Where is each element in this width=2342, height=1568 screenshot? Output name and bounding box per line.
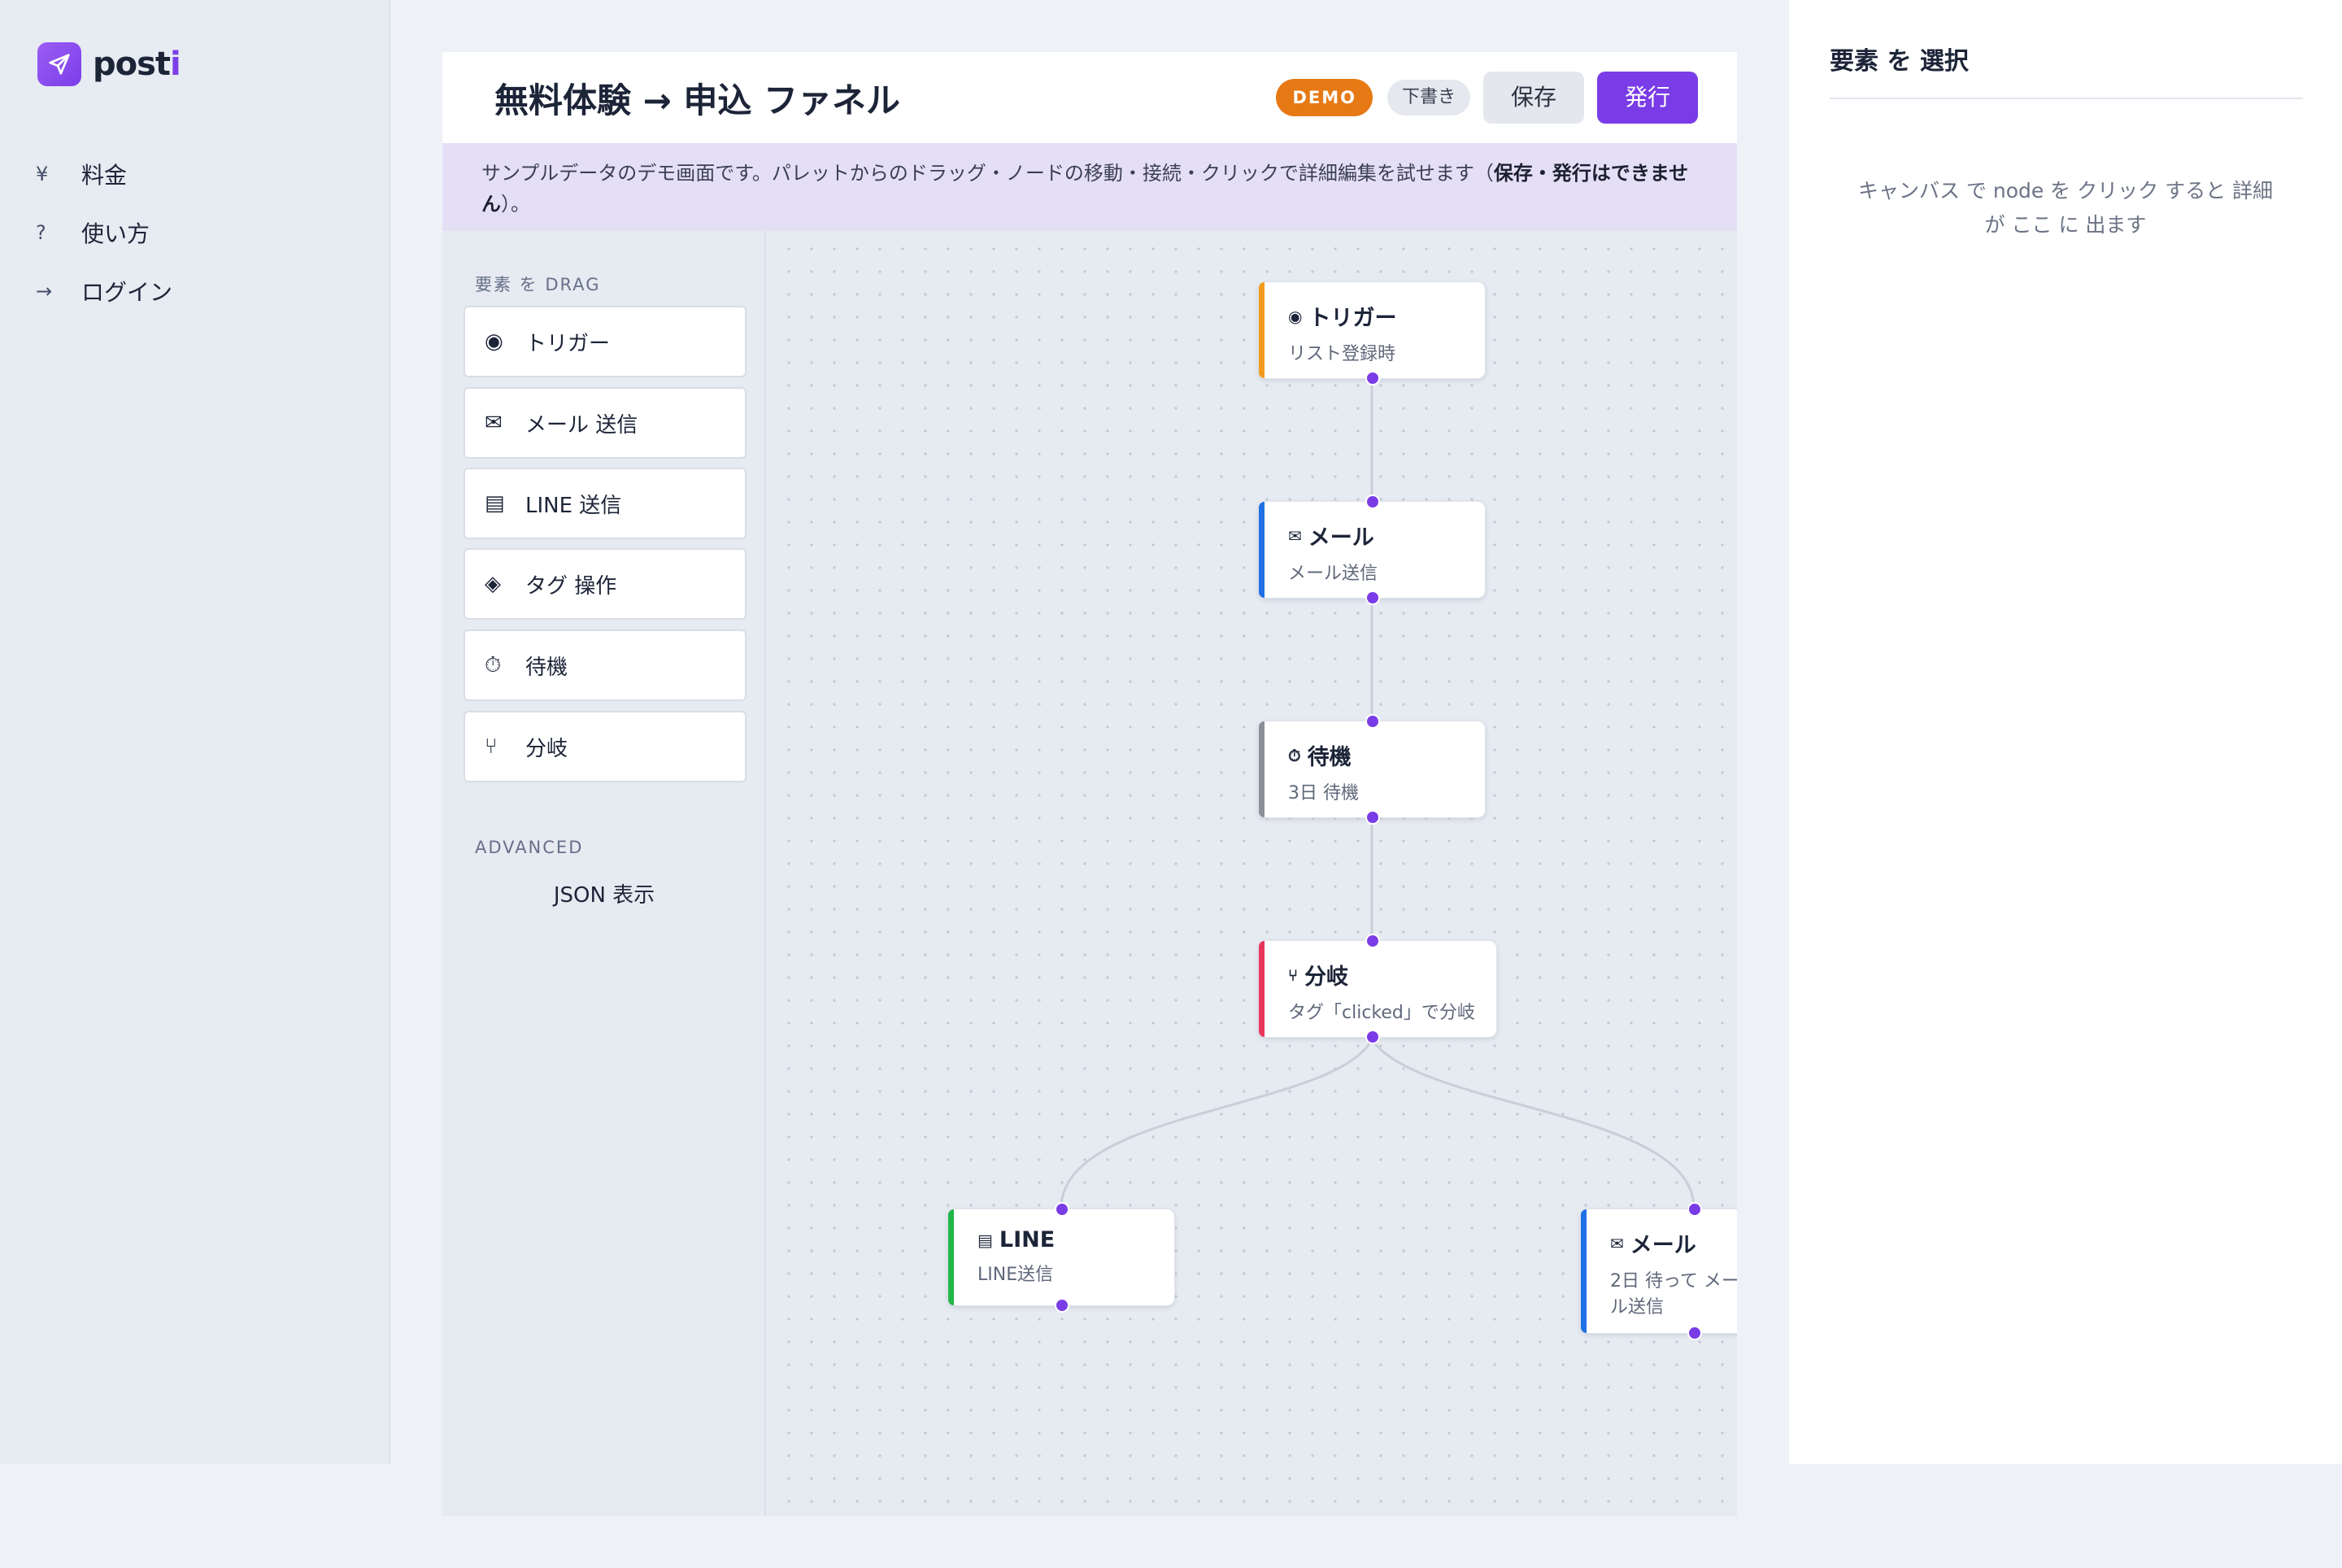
palette-item-branch[interactable]: ⑂ 分岐 bbox=[464, 711, 747, 782]
nav-item-login[interactable]: → ログイン bbox=[36, 262, 172, 320]
editor-card: 無料体験 → 申込 ファネル DEMO 下書き 保存 発行 サンプルデータのデモ… bbox=[442, 52, 1737, 1516]
demo-notice: サンプルデータのデモ画面です。パレットからのドラッグ・ノードの移動・接続・クリッ… bbox=[442, 143, 1737, 231]
fork-icon: ⑂ bbox=[485, 734, 498, 759]
radio-dot-icon: ◉ bbox=[1288, 306, 1303, 326]
message-lines-icon: ▤ bbox=[485, 491, 505, 516]
output-port[interactable] bbox=[1365, 810, 1380, 825]
node-title: ⑂ 分岐 bbox=[1288, 965, 1348, 990]
node-subtitle: 2日 待って メール送信 bbox=[1610, 1271, 1737, 1318]
envelope-icon: ✉ bbox=[485, 411, 503, 435]
notice-tail: ）。 bbox=[501, 193, 530, 216]
edge-branch-line bbox=[1060, 1039, 1373, 1209]
node-subtitle: 3日 待機 bbox=[1288, 783, 1359, 804]
flow-node-email-delayed[interactable]: ✉ メール 2日 待って メール送信 bbox=[1580, 1202, 1737, 1340]
palette-item-label: LINE 送信 bbox=[525, 493, 622, 518]
palette-item-line[interactable]: ▤ LINE 送信 bbox=[464, 468, 747, 539]
advanced-section-label: ADVANCED bbox=[475, 838, 584, 857]
flow-node-email[interactable]: ✉ メール メール送信 bbox=[1258, 494, 1486, 605]
palette-item-label: タグ 操作 bbox=[525, 573, 617, 599]
input-port[interactable] bbox=[1687, 1202, 1702, 1217]
diamond-icon: ◈ bbox=[485, 572, 501, 596]
json-view-button[interactable]: JSON 表示 bbox=[442, 878, 766, 908]
input-port[interactable] bbox=[1055, 1202, 1069, 1217]
palette-item-label: 分岐 bbox=[525, 736, 568, 761]
save-button[interactable]: 保存 bbox=[1483, 72, 1584, 124]
envelope-icon: ✉ bbox=[1610, 1233, 1624, 1253]
brand-name: posti bbox=[93, 46, 181, 83]
paper-plane-icon bbox=[37, 42, 81, 86]
node-title: ◉ トリガー bbox=[1288, 306, 1397, 331]
node-title: ✉ メール bbox=[1288, 525, 1374, 551]
header-actions: DEMO 下書き 保存 発行 bbox=[1276, 72, 1698, 124]
node-subtitle: タグ「clicked」で分岐 bbox=[1288, 1003, 1475, 1023]
edge-branch-email bbox=[1370, 1039, 1696, 1209]
palette-item-email[interactable]: ✉ メール 送信 bbox=[464, 387, 747, 459]
input-port[interactable] bbox=[1365, 934, 1380, 948]
radio-dot-icon: ◉ bbox=[485, 329, 503, 354]
flow-canvas[interactable]: ◉ トリガー リスト登録時 ✉ メール メール送信 ⏱ 待機 3日 待機 ⑂ 分岐 タグ… bbox=[768, 231, 1737, 1516]
palette-item-label: トリガー bbox=[525, 331, 611, 356]
output-port[interactable] bbox=[1365, 1030, 1380, 1044]
question-icon: ? bbox=[36, 221, 46, 244]
publish-button[interactable]: 発行 bbox=[1597, 72, 1698, 124]
flow-node-branch[interactable]: ⑂ 分岐 タグ「clicked」で分岐 bbox=[1258, 934, 1497, 1044]
nav-label: 使い方 bbox=[81, 220, 150, 247]
node-subtitle: メール送信 bbox=[1288, 564, 1378, 584]
output-port[interactable] bbox=[1365, 371, 1380, 385]
inspector-panel: 要素 を 選択 キャンバス で node を クリック すると 詳細 が ここ … bbox=[1789, 0, 2342, 1464]
envelope-icon: ✉ bbox=[1288, 525, 1302, 546]
page-title: 無料体験 → 申込 ファネル bbox=[494, 80, 901, 120]
output-port[interactable] bbox=[1365, 590, 1380, 605]
output-port[interactable] bbox=[1055, 1298, 1069, 1313]
inspector-title: 要素 を 選択 bbox=[1830, 41, 2303, 99]
node-title: ▤ LINE bbox=[977, 1227, 1056, 1252]
logo[interactable]: posti bbox=[37, 42, 181, 86]
stopwatch-icon: ⏱ bbox=[485, 652, 502, 677]
palette-item-label: メール 送信 bbox=[525, 412, 638, 438]
flow-node-wait[interactable]: ⏱ 待機 3日 待機 bbox=[1258, 714, 1486, 825]
palette-item-label: 待機 bbox=[525, 655, 568, 680]
flow-node-trigger[interactable]: ◉ トリガー リスト登録時 bbox=[1258, 281, 1486, 385]
arrow-right-icon: → bbox=[36, 280, 53, 303]
input-port[interactable] bbox=[1365, 494, 1380, 509]
node-title: ⏱ 待機 bbox=[1288, 745, 1352, 770]
nav-item-pricing[interactable]: ¥ 料金 bbox=[36, 145, 172, 203]
input-port[interactable] bbox=[1365, 714, 1380, 729]
flow-node-line[interactable]: ▤ LINE LINE送信 bbox=[947, 1202, 1175, 1313]
palette-item-wait[interactable]: ⏱ 待機 bbox=[464, 629, 747, 701]
node-subtitle: リスト登録時 bbox=[1288, 344, 1396, 364]
nav-label: ログイン bbox=[81, 279, 173, 306]
nav-label: 料金 bbox=[81, 162, 128, 189]
nav-item-how-to[interactable]: ? 使い方 bbox=[36, 203, 172, 262]
element-palette: 要素 を DRAG ◉ トリガー ✉ メール 送信 ▤ LINE 送信 ◈ タグ… bbox=[442, 231, 766, 1516]
sidebar: posti ¥ 料金 ? 使い方 → ログイン bbox=[0, 0, 390, 1464]
palette-item-tag[interactable]: ◈ タグ 操作 bbox=[464, 548, 747, 620]
demo-badge: DEMO bbox=[1276, 79, 1373, 116]
main-nav: ¥ 料金 ? 使い方 → ログイン bbox=[36, 145, 172, 320]
inspector-empty-message: キャンバス で node を クリック すると 詳細 が ここ に 出ます bbox=[1857, 179, 2274, 237]
stopwatch-icon: ⏱ bbox=[1288, 745, 1301, 765]
fork-icon: ⑂ bbox=[1288, 965, 1298, 985]
notice-text: サンプルデータのデモ画面です。パレットからのドラッグ・ノードの移動・接続・クリッ… bbox=[481, 162, 1494, 185]
palette-section-label: 要素 を DRAG bbox=[475, 275, 601, 294]
node-title: ✉ メール bbox=[1610, 1233, 1696, 1258]
output-port[interactable] bbox=[1687, 1326, 1702, 1340]
node-subtitle: LINE送信 bbox=[977, 1265, 1054, 1285]
palette-item-trigger[interactable]: ◉ トリガー bbox=[464, 306, 747, 377]
draft-status-badge: 下書き bbox=[1386, 80, 1470, 115]
yen-icon: ¥ bbox=[36, 163, 49, 185]
message-lines-icon: ▤ bbox=[977, 1230, 993, 1250]
editor-header: 無料体験 → 申込 ファネル DEMO 下書き 保存 発行 bbox=[442, 52, 1737, 143]
